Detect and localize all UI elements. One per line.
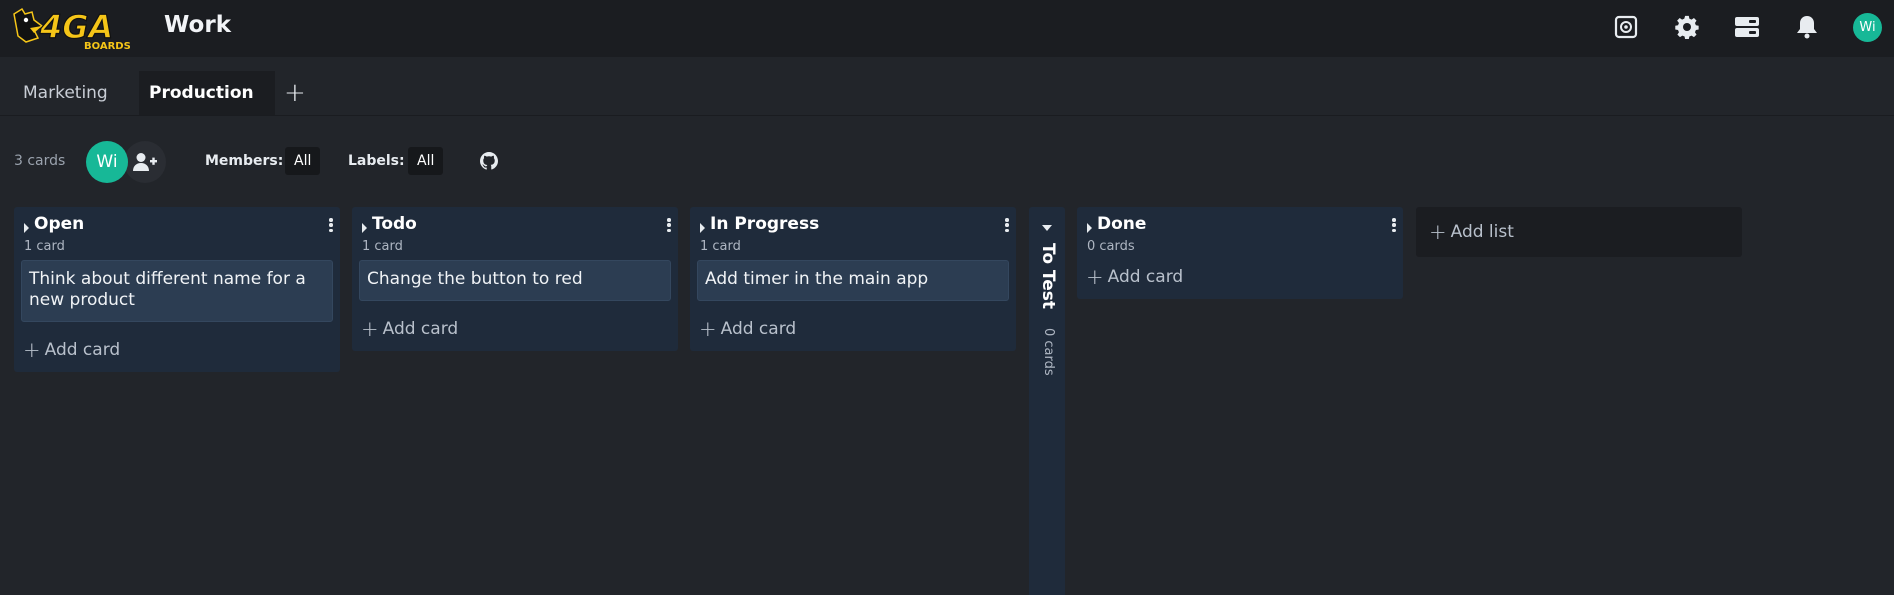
- list-done: Done 0 cards + Add card: [1077, 207, 1403, 299]
- list-card-count: 1 card: [700, 239, 741, 254]
- collapse-caret-icon[interactable]: [700, 223, 705, 233]
- list-title[interactable]: In Progress: [710, 214, 819, 234]
- plus-icon: +: [1429, 219, 1447, 244]
- labels-filter-label: Labels:: [348, 153, 405, 169]
- plus-icon: +: [699, 316, 717, 341]
- card[interactable]: Think about different name for a new pro…: [21, 260, 333, 322]
- screenshot-icon[interactable]: [1612, 13, 1640, 41]
- add-list-label: Add list: [1450, 222, 1514, 242]
- add-card-label: Add card: [44, 340, 121, 360]
- project-title: Work: [164, 12, 231, 38]
- list-card-count: 1 card: [362, 239, 403, 254]
- card[interactable]: Add timer in the main app: [697, 260, 1009, 301]
- add-member-button[interactable]: [124, 141, 166, 183]
- collapse-caret-icon[interactable]: [362, 223, 367, 233]
- members-filter-label: Members:: [205, 153, 284, 169]
- list-todo: Todo 1 card Change the button to red + A…: [352, 207, 678, 351]
- member-avatar[interactable]: Wi: [86, 141, 128, 183]
- list-card-count: 1 card: [24, 239, 65, 254]
- list-title[interactable]: Todo: [372, 214, 417, 234]
- tab-production[interactable]: Production: [139, 71, 275, 115]
- expand-caret-icon[interactable]: [1042, 225, 1052, 231]
- add-card-label: Add card: [720, 319, 797, 339]
- tab-marketing[interactable]: Marketing: [13, 71, 118, 115]
- list-title[interactable]: Open: [34, 214, 84, 234]
- plus-icon: +: [1086, 264, 1104, 289]
- plus-icon: +: [23, 337, 41, 362]
- list-title[interactable]: Done: [1097, 214, 1146, 234]
- plus-icon: +: [361, 316, 379, 341]
- collapse-caret-icon[interactable]: [1087, 223, 1092, 233]
- bell-icon[interactable]: [1793, 13, 1821, 41]
- add-card-label: Add card: [382, 319, 459, 339]
- list-card-count: 0 cards: [1087, 239, 1135, 254]
- list-menu-icon[interactable]: [1389, 216, 1399, 234]
- top-header: 4GA BOARDS Work Wi: [0, 0, 1894, 57]
- list-to-test-collapsed[interactable]: To Test 0 cards: [1029, 207, 1065, 595]
- card[interactable]: Change the button to red: [359, 260, 671, 301]
- github-icon[interactable]: [480, 152, 498, 170]
- add-card-button[interactable]: + Add card: [1077, 257, 1403, 299]
- app-logo[interactable]: 4GA BOARDS: [12, 6, 131, 52]
- list-open: Open 1 card Think about different name f…: [14, 207, 340, 372]
- add-card-button[interactable]: + Add card: [690, 301, 1016, 351]
- list-title: To Test: [1038, 243, 1058, 310]
- list-card-count: 0 cards: [1041, 328, 1056, 376]
- user-avatar[interactable]: Wi: [1853, 13, 1882, 42]
- members-filter-button[interactable]: All: [285, 147, 321, 175]
- list-in-progress: In Progress 1 card Add timer in the main…: [690, 207, 1016, 351]
- collapse-caret-icon[interactable]: [24, 223, 29, 233]
- labels-filter-button[interactable]: All: [408, 147, 444, 175]
- server-icon[interactable]: [1733, 13, 1761, 41]
- gear-icon[interactable]: [1673, 13, 1701, 41]
- list-menu-icon[interactable]: [326, 216, 336, 234]
- user-plus-icon: [133, 153, 157, 171]
- add-card-label: Add card: [1107, 267, 1184, 287]
- add-card-button[interactable]: + Add card: [352, 301, 678, 351]
- cards-count: 3 cards: [14, 153, 66, 169]
- list-menu-icon[interactable]: [1002, 216, 1012, 234]
- add-list-button[interactable]: + Add list: [1416, 207, 1742, 257]
- add-board-button[interactable]: +: [284, 80, 306, 106]
- logo-subtext: BOARDS: [84, 41, 130, 52]
- add-card-button[interactable]: + Add card: [14, 322, 340, 372]
- list-menu-icon[interactable]: [664, 216, 674, 234]
